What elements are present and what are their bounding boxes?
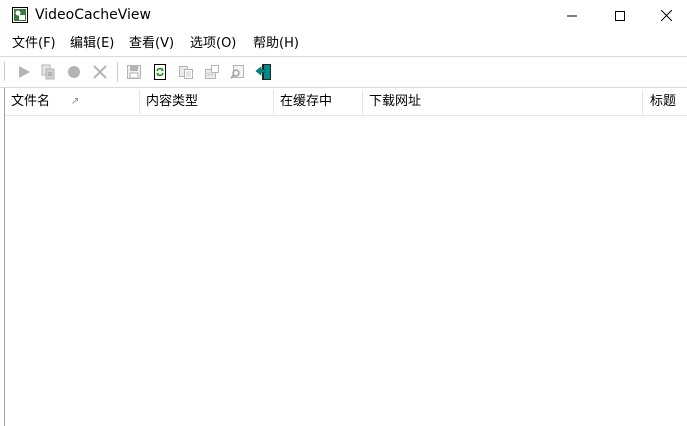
menu-options[interactable]: 选项(O): [188, 33, 238, 55]
app-icon[interactable]: [12, 7, 28, 23]
toolbar-separator: [117, 62, 118, 82]
find-button[interactable]: [228, 62, 248, 82]
toolbar-grip[interactable]: [4, 62, 7, 81]
column-header-in-cache[interactable]: 在缓存中: [274, 88, 362, 115]
refresh-icon: [154, 64, 166, 80]
column-header-download-url[interactable]: 下载网址: [363, 88, 641, 115]
menu-file[interactable]: 文件(F): [10, 33, 58, 55]
column-label: 标题: [650, 94, 677, 109]
copy-icon: [179, 66, 193, 79]
save-icon: [127, 65, 141, 79]
close-icon: [660, 10, 672, 21]
column-header-content-type[interactable]: 内容类型: [140, 88, 273, 115]
copy-to-folder-button[interactable]: [38, 62, 58, 82]
save-button[interactable]: [124, 62, 144, 82]
copy-to-folder-icon: [41, 64, 55, 80]
file-list[interactable]: 文件名 ↗ 内容类型 在缓存中 下载网址 标题: [4, 88, 687, 426]
column-label: 内容类型: [146, 94, 199, 109]
find-icon: [230, 65, 244, 79]
record-icon: [68, 66, 80, 78]
delete-button[interactable]: [90, 62, 110, 82]
sort-ascending-icon: ↗: [71, 96, 80, 107]
list-header: 文件名 ↗ 内容类型 在缓存中 下载网址 标题: [5, 88, 687, 116]
maximize-icon: [615, 10, 625, 21]
copy-button[interactable]: [176, 62, 196, 82]
menu-bar: 文件(F) 编辑(E) 查看(V) 选项(O) 帮助(H): [0, 33, 687, 55]
properties-icon: [205, 65, 219, 79]
column-header-title[interactable]: 标题: [644, 88, 687, 115]
exit-icon: [255, 64, 271, 80]
column-header-filename[interactable]: 文件名 ↗: [5, 88, 139, 115]
minimize-icon: [567, 15, 577, 16]
exit-button[interactable]: [254, 62, 274, 82]
close-button[interactable]: [643, 0, 687, 31]
maximize-button[interactable]: [597, 0, 643, 31]
column-label: 在缓存中: [280, 94, 333, 109]
delete-icon: [93, 65, 107, 79]
column-label: 下载网址: [369, 94, 422, 109]
column-label: 文件名: [11, 94, 51, 109]
column-divider[interactable]: [642, 90, 643, 114]
menu-view[interactable]: 查看(V): [127, 33, 176, 55]
minimize-button[interactable]: [549, 0, 595, 31]
play-icon: [19, 66, 30, 78]
play-button[interactable]: [14, 62, 34, 82]
menu-help[interactable]: 帮助(H): [251, 33, 301, 55]
toolbar: [0, 56, 687, 88]
refresh-button[interactable]: [150, 62, 170, 82]
menu-edit[interactable]: 编辑(E): [68, 33, 116, 55]
window-title: VideoCacheView: [35, 7, 151, 23]
properties-button[interactable]: [202, 62, 222, 82]
title-bar: VideoCacheView: [0, 0, 687, 31]
record-button[interactable]: [64, 62, 84, 82]
